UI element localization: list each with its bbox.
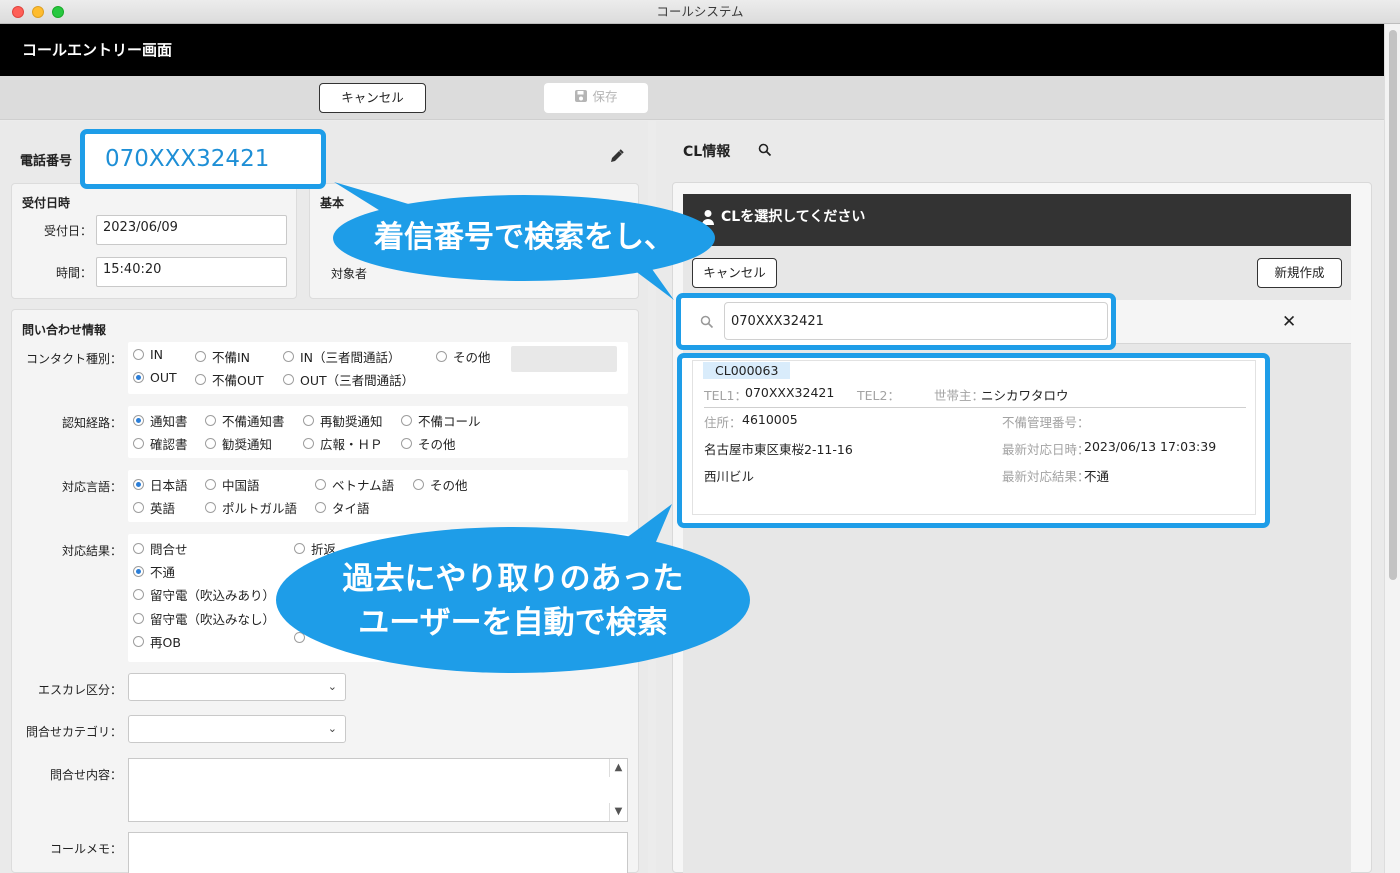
- modal-cancel-button[interactable]: キャンセル: [692, 258, 777, 288]
- last-result-value: 不通: [1084, 469, 1110, 484]
- result-label: 対応結果：: [61, 544, 122, 558]
- minimize-window-button[interactable]: [32, 6, 44, 18]
- head-value: ニシカワタロウ: [981, 388, 1069, 403]
- defect-number-label: 不備管理番号：: [1002, 415, 1090, 430]
- page-title: コールエントリー画面: [22, 41, 173, 59]
- save-label: 保存: [592, 89, 618, 104]
- radio-result-voicemail-no[interactable]: 留守電（吹込みなし）: [133, 609, 275, 628]
- radio-route-other[interactable]: その他: [401, 434, 456, 453]
- address-line1: 名古屋市東区東桜2-11-16: [704, 442, 853, 457]
- memo-label: コールメモ：: [49, 842, 122, 856]
- cancel-button[interactable]: キャンセル: [319, 83, 426, 113]
- content-textarea[interactable]: ▲ ▼: [128, 758, 628, 822]
- contact-other-input[interactable]: [511, 346, 617, 372]
- reception-heading: 受付日時: [22, 196, 71, 210]
- time-input[interactable]: 15:40:20: [96, 257, 287, 287]
- radio-contact-in[interactable]: IN: [133, 347, 163, 362]
- radio-contact-in-3way[interactable]: IN（三者間通話）: [283, 347, 401, 366]
- date-input[interactable]: 2023/06/09: [96, 215, 287, 245]
- callout-line-2: ユーザーを自動で検索: [358, 605, 668, 641]
- phone-label: 電話番号: [20, 154, 73, 169]
- radio-result-re-ob[interactable]: 再OB: [133, 632, 181, 651]
- scroll-down-icon[interactable]: ▼: [609, 803, 627, 821]
- radio-route-reminder[interactable]: 再勧奨通知: [303, 411, 383, 430]
- modal-title: CLを選択してください: [721, 209, 866, 225]
- radio-route-pr[interactable]: 広報・ＨＰ: [303, 434, 383, 453]
- toolbar: キャンセル 保存: [0, 76, 1384, 120]
- callout-search: 着信番号で検索をし、: [333, 195, 715, 281]
- result-divider: [704, 407, 1246, 408]
- client-result-card[interactable]: [692, 360, 1256, 515]
- radio-result-no-answer[interactable]: 不通: [133, 562, 175, 581]
- callout-line-1: 過去にやり取りのあった: [342, 561, 684, 597]
- window-title: コールシステム: [656, 4, 744, 19]
- inquiry-heading: 問い合わせ情報: [22, 323, 107, 337]
- clear-search-icon[interactable]: ✕: [1282, 312, 1296, 332]
- client-code-badge: CL000063: [703, 362, 791, 379]
- escalation-label: エスカレ区分：: [37, 683, 122, 697]
- memo-textarea[interactable]: [128, 832, 628, 873]
- new-client-button[interactable]: 新規作成: [1257, 258, 1342, 288]
- page-header: コールエントリー画面: [0, 24, 1384, 76]
- save-button[interactable]: 保存: [544, 83, 648, 113]
- radio-lang-vietnamese[interactable]: ベトナム語: [315, 475, 394, 494]
- radio-lang-japanese[interactable]: 日本語: [133, 475, 188, 494]
- radio-contact-other[interactable]: その他: [436, 347, 491, 366]
- client-search-input[interactable]: 070XXX32421: [724, 302, 1108, 340]
- last-result-label: 最新対応結果：: [1002, 469, 1090, 484]
- cl-title: CL情報: [683, 144, 731, 160]
- zip-value: 4610005: [742, 412, 798, 427]
- route-label: 認知経路：: [61, 416, 122, 430]
- edit-pencil-icon[interactable]: [609, 148, 625, 164]
- last-date-label: 最新対応日時：: [1002, 442, 1090, 457]
- date-label: 受付日：: [43, 224, 92, 238]
- chevron-down-icon: ⌄: [327, 722, 337, 735]
- phone-number-display: 070XXX32421: [80, 129, 326, 189]
- last-date-value: 2023/06/13 17:03:39: [1084, 439, 1217, 454]
- radio-route-defect-notice[interactable]: 不備通知書: [205, 411, 285, 430]
- head-label: 世帯主：: [934, 388, 985, 403]
- radio-route-notice[interactable]: 通知書: [133, 411, 188, 430]
- escalation-select[interactable]: ⌄: [128, 673, 346, 701]
- radio-contact-out[interactable]: OUT: [133, 370, 177, 385]
- address-label: 住所：: [704, 415, 742, 430]
- scroll-up-icon[interactable]: ▲: [609, 759, 627, 777]
- close-window-button[interactable]: [12, 6, 24, 18]
- address-line2: 西川ビル: [704, 469, 755, 484]
- radio-result-voicemail-yes[interactable]: 留守電（吹込みあり）: [133, 585, 275, 604]
- radio-result-inquiry[interactable]: 問合せ: [133, 539, 188, 558]
- contact-type-label: コンタクト種別：: [25, 352, 122, 366]
- callout-auto-search: 過去にやり取りのあった ユーザーを自動で検索: [276, 527, 750, 673]
- window-titlebar: コールシステム: [0, 0, 1400, 24]
- radio-contact-defect-out[interactable]: 不備OUT: [195, 370, 264, 389]
- radio-route-defect-call[interactable]: 不備コール: [401, 411, 481, 430]
- category-label: 問合せカテゴリ：: [25, 725, 122, 739]
- tel2-label: TEL2：: [857, 388, 900, 403]
- radio-lang-portuguese[interactable]: ポルトガル語: [205, 498, 297, 517]
- language-label: 対応言語：: [61, 480, 122, 494]
- radio-lang-thai[interactable]: タイ語: [315, 498, 370, 517]
- chevron-down-icon: ⌄: [327, 680, 337, 693]
- radio-lang-chinese[interactable]: 中国語: [205, 475, 260, 494]
- radio-contact-out-3way[interactable]: OUT（三者間通話）: [283, 370, 414, 389]
- modal-header: CLを選択してください: [683, 194, 1351, 246]
- window-scrollbar[interactable]: [1384, 24, 1400, 873]
- scrollbar-thumb[interactable]: [1389, 30, 1397, 580]
- radio-lang-english[interactable]: 英語: [133, 498, 175, 517]
- category-select[interactable]: ⌄: [128, 715, 346, 743]
- radio-route-recommend[interactable]: 勧奨通知: [205, 434, 272, 453]
- time-label: 時間：: [55, 266, 92, 280]
- tel1-value: 070XXX32421: [745, 385, 835, 400]
- radio-lang-other[interactable]: その他: [413, 475, 468, 494]
- radio-route-confirm[interactable]: 確認書: [133, 434, 188, 453]
- zoom-window-button[interactable]: [52, 6, 64, 18]
- save-icon: [575, 90, 588, 102]
- radio-contact-defect-in[interactable]: 不備IN: [195, 347, 250, 366]
- search-icon: [700, 315, 714, 329]
- search-icon[interactable]: [758, 143, 772, 157]
- content-label: 問合せ内容：: [49, 768, 122, 782]
- tel1-label: TEL1：: [704, 388, 747, 403]
